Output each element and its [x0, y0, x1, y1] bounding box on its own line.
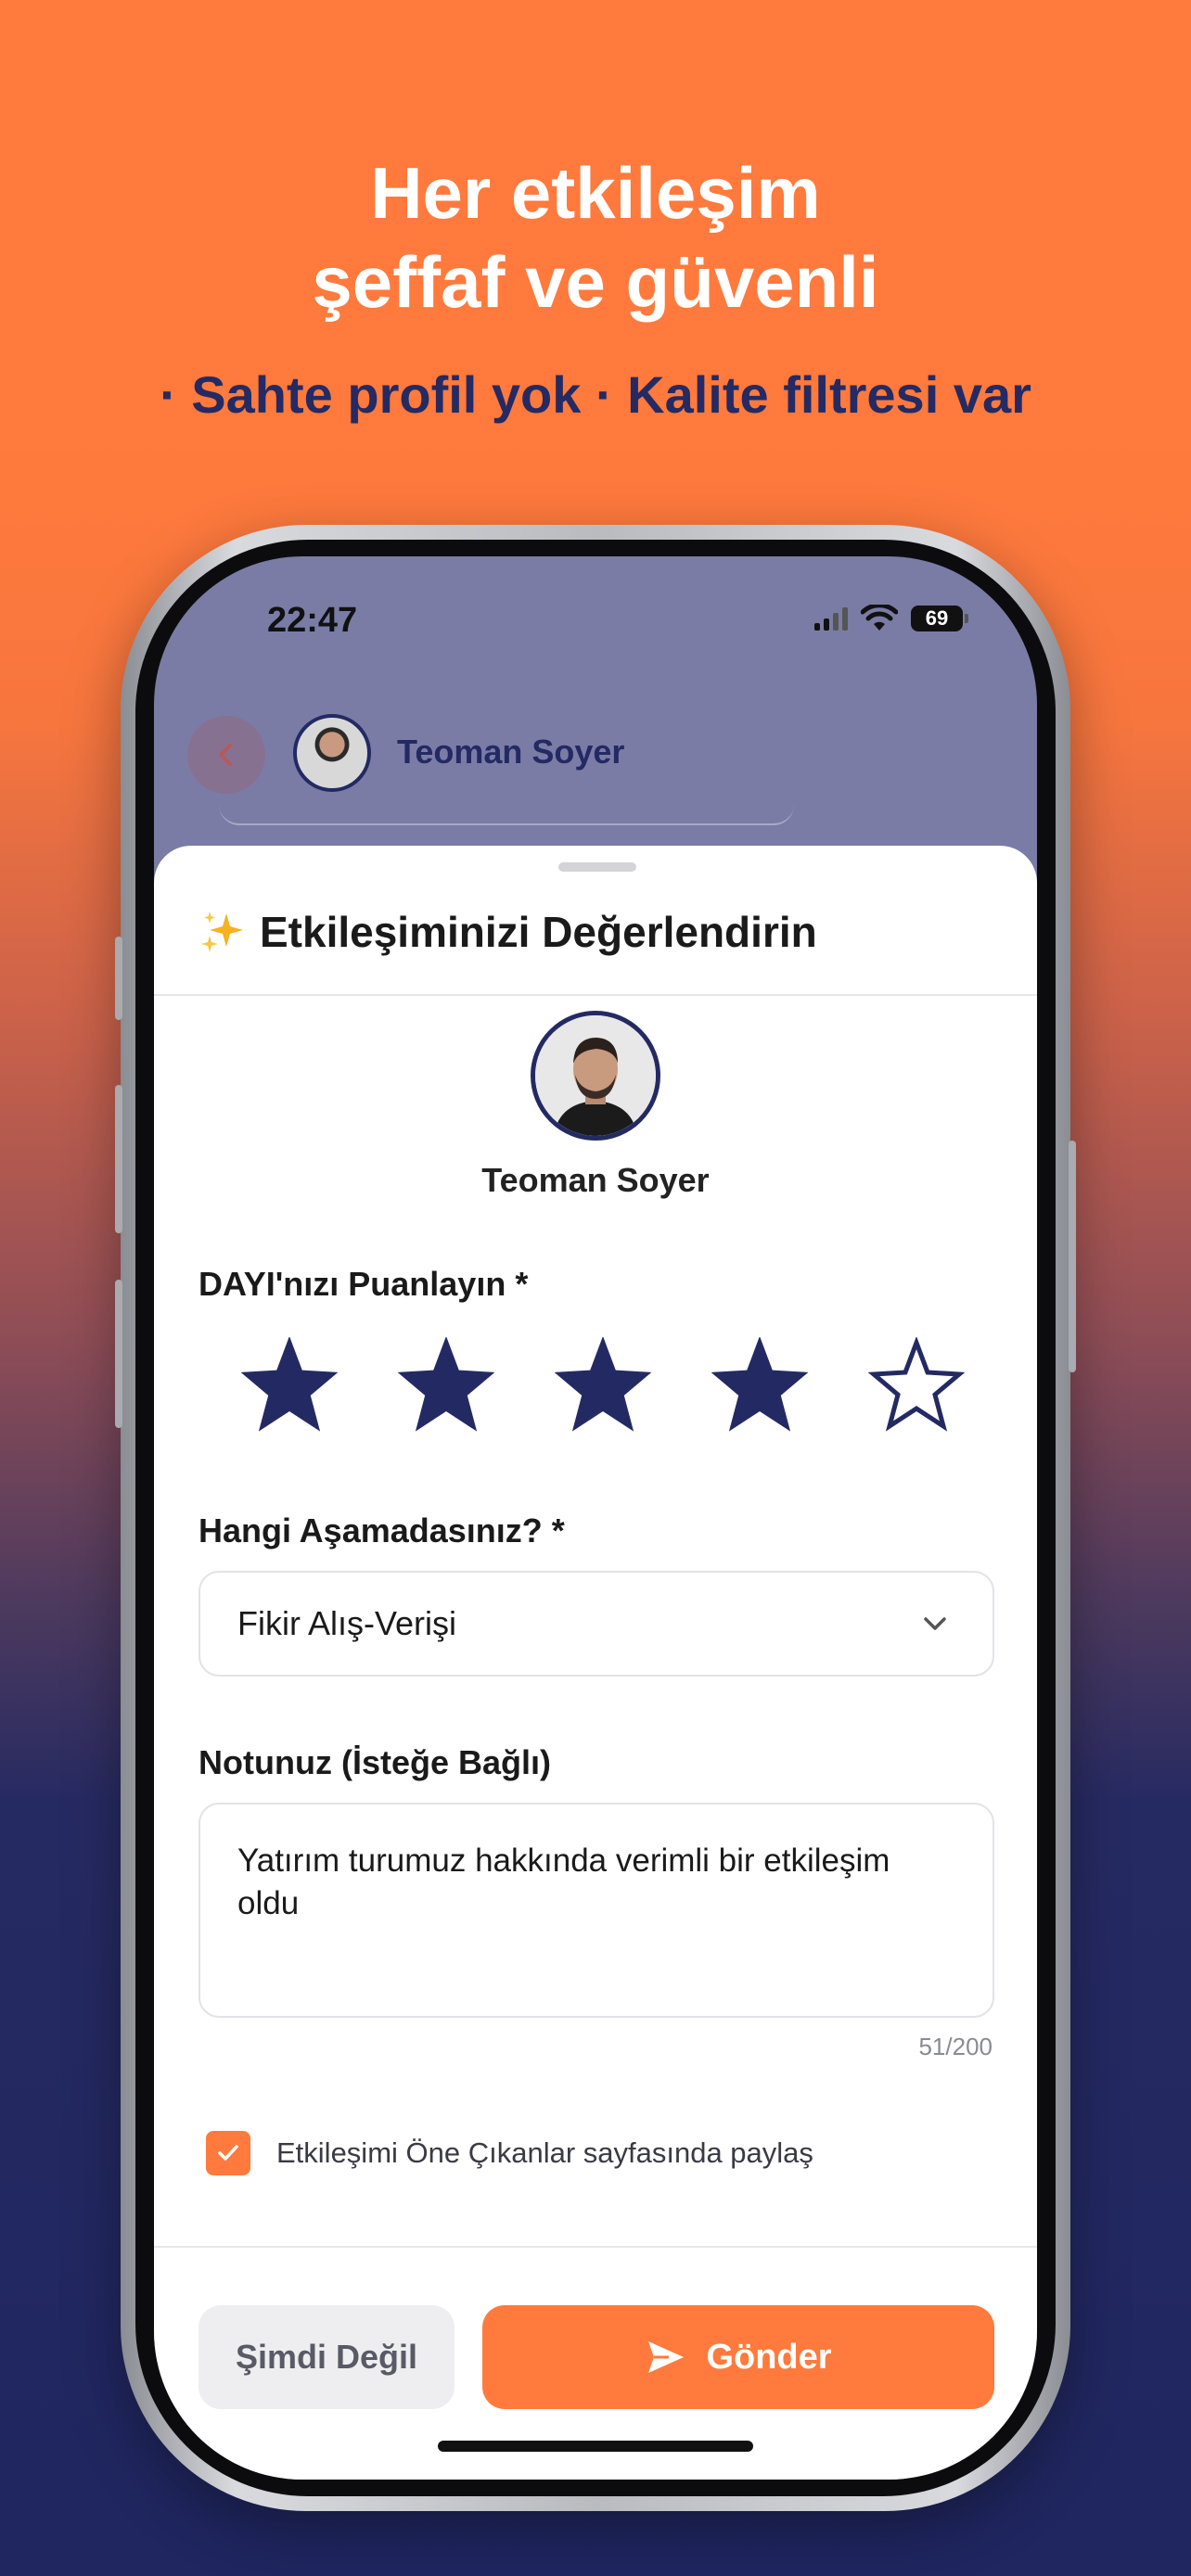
note-char-counter: 51/200	[918, 2033, 992, 2060]
not-now-button[interactable]: Şimdi Değil	[198, 2305, 455, 2409]
note-textarea[interactable]: Yatırım turumuz hakkında verimli bir etk…	[198, 1803, 994, 2018]
share-option[interactable]: Etkileşimi Öne Çıkanlar sayfasında payla…	[206, 2131, 813, 2175]
share-checkbox-label: Etkileşimi Öne Çıkanlar sayfasında payla…	[276, 2136, 813, 2169]
status-time: 22:47	[267, 601, 358, 640]
wifi-icon	[861, 605, 898, 631]
chevron-left-icon	[219, 744, 232, 766]
chat-contact-avatar	[293, 714, 371, 792]
status-icons: 69	[814, 605, 968, 632]
phone-mute-switch	[115, 937, 122, 1020]
star-empty-icon[interactable]	[868, 1337, 965, 1434]
chat-card-edge	[219, 805, 794, 825]
phone-volume-down	[115, 1280, 122, 1428]
share-checkbox[interactable]	[206, 2131, 250, 2175]
promo-subline: · Sahte profil yok · Kalite filtresi var	[160, 365, 1031, 424]
chat-contact-name: Teoman Soyer	[397, 733, 625, 771]
chevron-down-icon	[924, 1617, 946, 1630]
sheet-grabber[interactable]	[558, 862, 636, 872]
not-now-button-label: Şimdi Değil	[235, 2338, 418, 2376]
phone-power-button	[1069, 1141, 1076, 1372]
battery-icon: 69	[911, 606, 968, 631]
rating-label: DAYI'nızı Puanlayın *	[198, 1265, 529, 1303]
person-photo	[535, 1015, 656, 1136]
promo-headline-line2: şeffaf ve güvenli	[312, 241, 879, 323]
home-indicator	[438, 2441, 753, 2452]
sparkles-icon	[201, 912, 243, 952]
sheet-title: Etkileşiminizi Değerlendirin	[198, 907, 817, 957]
checkmark-icon	[218, 2145, 238, 2161]
footer-divider	[154, 2246, 1037, 2248]
note-label: Notunuz (İsteğe Bağlı)	[198, 1743, 551, 1781]
stage-label: Hangi Aşamadasınız? *	[198, 1511, 565, 1549]
back-button[interactable]	[187, 716, 265, 794]
star-filled-icon[interactable]	[241, 1337, 338, 1434]
send-icon	[648, 2341, 685, 2373]
star-filled-icon[interactable]	[711, 1337, 808, 1434]
promo-headline: Her etkileşim şeffaf ve güvenli	[0, 148, 1191, 326]
phone-screen: 22:47 69 Teoman Soyer Etkileşiminizi Değ…	[154, 556, 1037, 2480]
signal-icon	[814, 606, 848, 631]
sheet-title-text: Etkileşiminizi Değerlendirin	[260, 908, 817, 956]
star-filled-icon[interactable]	[398, 1337, 494, 1434]
phone-volume-up	[115, 1085, 122, 1233]
promo-headline-line1: Her etkileşim	[370, 152, 821, 234]
stage-select[interactable]: Fikir Alış-Verişi	[198, 1571, 994, 1677]
rating-sheet: Etkileşiminizi Değerlendirin Teoman Soye…	[154, 846, 1037, 2480]
star-rating[interactable]	[241, 1337, 965, 1439]
submit-button[interactable]: Gönder	[482, 2305, 994, 2409]
star-filled-icon[interactable]	[555, 1337, 651, 1434]
header-divider	[154, 994, 1037, 996]
stage-select-value: Fikir Alış-Verişi	[237, 1604, 457, 1642]
rated-user-name: Teoman Soyer	[481, 1161, 710, 1199]
submit-button-label: Gönder	[706, 2337, 832, 2377]
avatar	[531, 1011, 660, 1141]
